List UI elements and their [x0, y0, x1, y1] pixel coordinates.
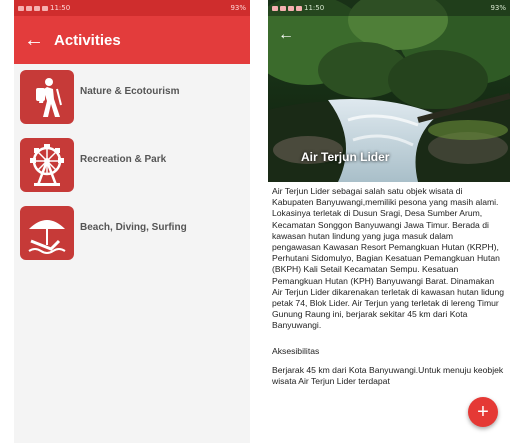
- list-item-label: Nature & Ecotourism: [80, 86, 180, 97]
- back-arrow-icon[interactable]: ←: [14, 16, 54, 64]
- status-bar: 11:50 93%: [268, 0, 510, 16]
- hiker-icon: [20, 70, 74, 124]
- description-text: Air Terjun Lider sebagai salah satu obje…: [272, 186, 505, 331]
- ferris-wheel-icon: [20, 138, 74, 192]
- list-item-recreation[interactable]: Recreation & Park: [14, 132, 250, 200]
- add-button[interactable]: +: [468, 397, 498, 427]
- list-item-label: Recreation & Park: [80, 154, 167, 165]
- signal-icons: 11:50: [272, 4, 324, 12]
- section-heading: Aksesibilitas: [272, 345, 320, 356]
- battery-level: 93%: [490, 4, 506, 12]
- description-content: Air Terjun Lider sebagai salah satu obje…: [272, 186, 504, 387]
- hero-image: 11:50 93% ← Air Terjun Lider: [268, 0, 510, 182]
- place-title: Air Terjun Lider: [301, 150, 390, 164]
- detail-screen: 11:50 93% ← Air Terjun Lider Air Terjun …: [268, 0, 510, 443]
- status-time: 11:50: [304, 4, 325, 12]
- back-arrow-icon[interactable]: ←: [278, 26, 294, 44]
- activities-screen: 11:50 93% ← Activities Nature & Ecotouri…: [14, 0, 250, 443]
- access-text: Berjarak 45 km dari Kota Banyuwangi.Untu…: [272, 364, 504, 387]
- page-title: Activities: [54, 31, 121, 49]
- list-item-label: Beach, Diving, Surfing: [80, 222, 187, 233]
- list-item-nature[interactable]: Nature & Ecotourism: [14, 64, 250, 132]
- status-time: 11:50: [50, 4, 71, 12]
- signal-icons: 11:50: [18, 4, 70, 12]
- app-bar: ← Activities: [14, 16, 250, 64]
- beach-umbrella-icon: [20, 206, 74, 260]
- status-bar: 11:50 93%: [14, 0, 250, 16]
- activity-list: Nature & Ecotourism Recreation & Park Be…: [14, 64, 250, 268]
- battery-level: 93%: [230, 4, 246, 12]
- list-item-beach[interactable]: Beach, Diving, Surfing: [14, 200, 250, 268]
